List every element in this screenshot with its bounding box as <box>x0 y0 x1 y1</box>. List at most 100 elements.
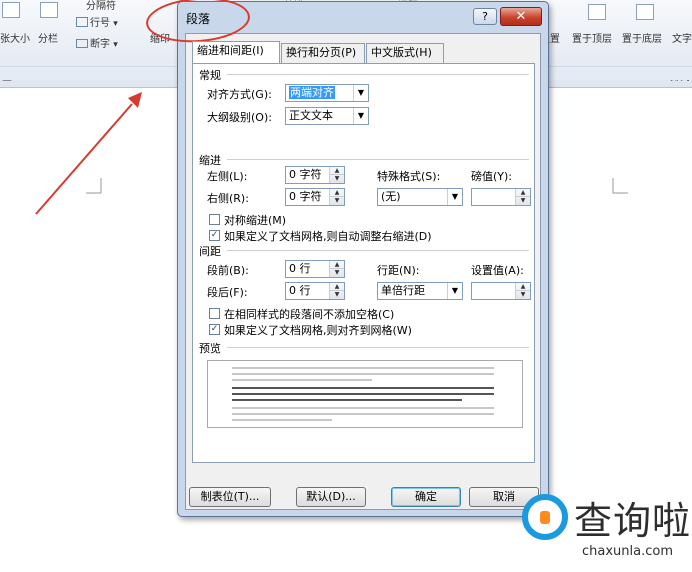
spacing-after-spinner[interactable]: ▲ ▼ <box>329 283 344 299</box>
tab-line-and-page-breaks[interactable]: 换行和分页(P) <box>281 43 365 63</box>
outline-level-select[interactable]: 正文文本 ▼ <box>285 107 369 125</box>
spin-up-icon[interactable]: ▲ <box>330 283 344 291</box>
margin-corner-mark-right <box>612 178 628 194</box>
spin-up-icon[interactable]: ▲ <box>330 167 344 175</box>
help-button[interactable]: ? <box>473 8 497 25</box>
line-spacing-value: 单倍行距 <box>381 284 425 297</box>
spin-down-icon[interactable]: ▼ <box>516 197 530 205</box>
columns-icon[interactable] <box>40 2 58 18</box>
watermark-title: 查询啦 <box>574 499 692 543</box>
spacing-after-stepper[interactable]: 0 行 ▲ ▼ <box>285 282 345 300</box>
spin-down-icon[interactable]: ▼ <box>330 175 344 183</box>
indent-by-stepper[interactable]: ▲ ▼ <box>471 188 531 206</box>
chevron-down-icon[interactable]: ▼ <box>447 283 462 299</box>
spacing-after-value: 0 行 <box>289 284 311 297</box>
hyphenation-label[interactable]: 断字 ▾ <box>76 35 118 50</box>
send-backward-label[interactable]: 置于底层 <box>622 30 662 45</box>
chevron-down-icon[interactable]: ▼ <box>447 189 462 205</box>
bring-forward-label[interactable]: 置于顶层 <box>572 30 612 45</box>
alignment-label: 对齐方式(G): <box>207 88 272 101</box>
preview-prev-paragraph-line <box>232 367 494 369</box>
spacing-at-label: 设置值(A): <box>471 264 524 277</box>
tabs-button[interactable]: 制表位(T)... <box>189 487 271 507</box>
line-numbers-label[interactable]: 行号 ▾ <box>76 14 118 29</box>
tab-asian-typography[interactable]: 中文版式(H) <box>366 43 444 63</box>
indent-right-spinner[interactable]: ▲ ▼ <box>329 189 344 205</box>
spacing-before-stepper[interactable]: 0 行 ▲ ▼ <box>285 260 345 278</box>
alignment-value: 两端对齐 <box>289 86 335 99</box>
spin-down-icon[interactable]: ▼ <box>516 291 530 299</box>
preview-sample-line <box>232 387 494 389</box>
chaxunla-logo-dot <box>540 511 550 524</box>
spacing-before-spinner[interactable]: ▲ ▼ <box>329 261 344 277</box>
spin-up-icon[interactable]: ▲ <box>330 189 344 197</box>
chevron-down-icon: ▾ <box>113 40 118 50</box>
chevron-down-icon: ▾ <box>113 19 118 29</box>
outline-level-value: 正文文本 <box>289 109 333 122</box>
indent-section-label: 缩进 <box>199 154 221 167</box>
send-backward-icon[interactable] <box>636 4 654 20</box>
preview-prev-paragraph-line <box>232 379 372 381</box>
indent-by-spinner[interactable]: ▲ ▼ <box>515 189 530 205</box>
spin-down-icon[interactable]: ▼ <box>330 291 344 299</box>
spin-up-icon[interactable]: ▲ <box>516 283 530 291</box>
spin-down-icon[interactable]: ▼ <box>330 197 344 205</box>
indent-by-label: 磅值(Y): <box>471 170 513 183</box>
chevron-down-icon[interactable]: ▼ <box>353 108 368 124</box>
spin-down-icon[interactable]: ▼ <box>330 269 344 277</box>
no-space-same-style-checkbox[interactable] <box>209 308 220 319</box>
indent-left-stepper[interactable]: 0 字符 ▲ ▼ <box>285 166 345 184</box>
chaxunla-logo-icon <box>522 494 568 540</box>
general-separator <box>227 74 529 75</box>
dialog-client-area: 缩进和间距(I) 换行和分页(P) 中文版式(H) 常规 对齐方式(G): 两端… <box>185 33 541 510</box>
breaks-label[interactable]: 分隔符 <box>86 0 116 12</box>
mirror-indents-checkbox[interactable] <box>209 214 220 225</box>
preview-prev-paragraph-line <box>232 373 494 375</box>
close-button[interactable]: ✕ <box>500 7 542 26</box>
indent-right-stepper[interactable]: 0 字符 ▲ ▼ <box>285 188 345 206</box>
ok-button[interactable]: 确定 <box>391 487 461 507</box>
paragraph-dialog: 段落 ? ✕ 缩进和间距(I) 换行和分页(P) 中文版式(H) 常规 对齐方式… <box>177 1 549 517</box>
tab-indents-and-spacing[interactable]: 缩进和间距(I) <box>192 41 280 63</box>
general-section-label: 常规 <box>199 69 221 82</box>
page-size-icon[interactable] <box>2 2 20 18</box>
bring-forward-icon[interactable] <box>588 4 606 20</box>
chevron-down-icon[interactable]: ▼ <box>353 85 368 101</box>
special-indent-label: 特殊格式(S): <box>377 170 441 183</box>
spacing-before-value: 0 行 <box>289 262 311 275</box>
mirror-indents-label[interactable]: 对称缩进(M) <box>224 212 286 228</box>
hyphenation-text: 断字 <box>90 39 110 50</box>
margin-corner-mark-left <box>86 178 102 194</box>
preview-section-label: 预览 <box>199 342 221 355</box>
text-wrap-label[interactable]: 文字 <box>672 30 692 45</box>
auto-adjust-indent-label[interactable]: 如果定义了文档网格,则自动调整右缩进(D) <box>224 228 432 244</box>
preview-sample-line <box>232 393 494 395</box>
outline-level-label: 大纲级别(O): <box>207 111 272 124</box>
alignment-select[interactable]: 两端对齐 ▼ <box>285 84 369 102</box>
line-spacing-label: 行距(N): <box>377 264 420 277</box>
spin-up-icon[interactable]: ▲ <box>330 261 344 269</box>
line-numbers-text: 行号 <box>90 18 110 29</box>
spin-up-icon[interactable]: ▲ <box>516 189 530 197</box>
special-indent-select[interactable]: (无) ▼ <box>377 188 463 206</box>
spacing-separator <box>227 250 529 251</box>
indent-left-label: 左侧(L): <box>207 170 248 183</box>
spacing-at-stepper[interactable]: ▲ ▼ <box>471 282 531 300</box>
snap-to-grid-checkbox[interactable]: ✓ <box>209 324 220 335</box>
no-space-same-style-label[interactable]: 在相同样式的段落间不添加空格(C) <box>224 306 394 322</box>
preview-next-paragraph-line <box>232 407 494 409</box>
snap-to-grid-label[interactable]: 如果定义了文档网格,则对齐到网格(W) <box>224 322 412 338</box>
page-size-label[interactable]: 张大小 <box>0 30 30 45</box>
auto-adjust-indent-checkbox[interactable]: ✓ <box>209 230 220 241</box>
spacing-section-label: 间距 <box>199 245 221 258</box>
preview-next-paragraph-line <box>232 413 494 415</box>
indent-left-spinner[interactable]: ▲ ▼ <box>329 167 344 183</box>
preview-sample-line <box>232 399 462 401</box>
line-spacing-select[interactable]: 单倍行距 ▼ <box>377 282 463 300</box>
indent-separator <box>227 159 529 160</box>
preview-separator <box>227 347 529 348</box>
columns-label[interactable]: 分栏 <box>38 30 58 45</box>
paragraph-preview <box>207 360 523 428</box>
spacing-at-spinner[interactable]: ▲ ▼ <box>515 283 530 299</box>
set-as-default-button[interactable]: 默认(D)... <box>296 487 366 507</box>
